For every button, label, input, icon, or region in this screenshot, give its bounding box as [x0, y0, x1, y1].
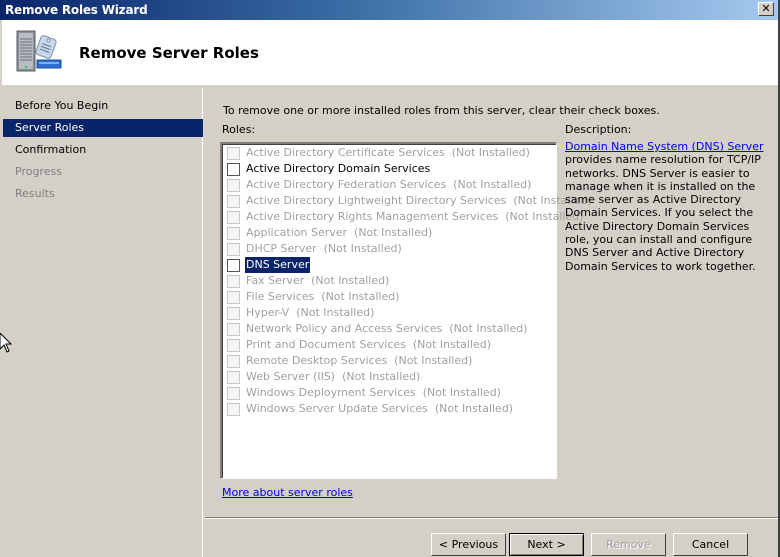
sidebar-item-results: Results — [15, 187, 55, 200]
role-checkbox — [227, 371, 240, 384]
roles-list[interactable]: Active Directory Certificate Services (N… — [220, 142, 592, 479]
title-bar[interactable]: Remove Roles Wizard ✕ — [0, 0, 778, 20]
dns-server-help-link[interactable]: Domain Name System (DNS) Server — [565, 140, 763, 153]
instruction-text: To remove one or more installed roles fr… — [223, 104, 660, 117]
role-checkbox — [227, 403, 240, 416]
close-button[interactable]: ✕ — [758, 2, 774, 16]
role-label: Hyper-V (Not Installed) — [246, 306, 375, 319]
role-label: Active Directory Certificate Services (N… — [246, 146, 530, 159]
page-title: Remove Server Roles — [79, 44, 259, 62]
wizard-steps-sidebar: Before You Begin Server Roles Confirmati… — [2, 88, 203, 557]
description-text: Domain Name System (DNS) Server provides… — [565, 140, 765, 273]
role-label: Application Server (Not Installed) — [246, 226, 433, 239]
roles-label: Roles: — [222, 123, 256, 136]
description-body: provides name resolution for TCP/IP netw… — [565, 153, 761, 273]
sidebar-item-progress: Progress — [15, 165, 62, 178]
role-checkbox — [227, 323, 240, 336]
role-label: File Services (Not Installed) — [246, 290, 400, 303]
role-label: Network Policy and Access Services (Not … — [246, 322, 528, 335]
role-label: Print and Document Services (Not Install… — [246, 338, 492, 351]
button-separator — [205, 517, 778, 519]
window-title: Remove Roles Wizard — [5, 3, 148, 17]
more-about-server-roles-link[interactable]: More about server roles — [222, 486, 353, 499]
cancel-button[interactable]: Cancel — [673, 533, 748, 556]
role-label: DHCP Server (Not Installed) — [246, 242, 402, 255]
role-checkbox — [227, 307, 240, 320]
role-label: Remote Desktop Services (Not Installed) — [246, 354, 473, 367]
role-label: Active Directory Rights Management Servi… — [246, 210, 584, 223]
server-roles-icon — [16, 30, 62, 72]
role-checkbox — [227, 195, 240, 208]
role-label: DNS Server — [243, 256, 312, 274]
role-checkbox — [227, 387, 240, 400]
remove-roles-wizard-window: Remove Roles Wizard ✕ Remove Server Role… — [0, 0, 780, 557]
role-checkbox — [227, 339, 240, 352]
role-label: Windows Server Update Services (Not Inst… — [246, 402, 514, 415]
mouse-cursor-icon — [0, 333, 13, 353]
role-label: Active Directory Lightweight Directory S… — [246, 194, 592, 207]
remove-button: Remove — [591, 533, 666, 556]
next-button[interactable]: Next > — [509, 533, 584, 556]
role-checkbox — [227, 227, 240, 240]
role-checkbox — [227, 355, 240, 368]
close-icon: ✕ — [761, 2, 771, 15]
role-label: Active Directory Federation Services (No… — [246, 178, 532, 191]
role-checkbox — [227, 147, 240, 160]
sidebar-item-server-roles[interactable]: Server Roles — [3, 119, 203, 137]
sidebar-item-before-you-begin[interactable]: Before You Begin — [3, 97, 203, 115]
wizard-content: To remove one or more installed roles fr… — [205, 88, 778, 557]
role-label: Windows Deployment Services (Not Install… — [246, 386, 501, 399]
sidebar-item-confirmation[interactable]: Confirmation — [3, 141, 203, 159]
role-label: Fax Server (Not Installed) — [246, 274, 390, 287]
role-checkbox — [227, 275, 240, 288]
wizard-header: Remove Server Roles — [2, 20, 778, 85]
role-checkbox[interactable] — [227, 163, 240, 176]
role-checkbox[interactable] — [227, 259, 240, 272]
description-label: Description: — [565, 123, 632, 136]
role-checkbox — [227, 243, 240, 256]
previous-button[interactable]: < Previous — [431, 533, 506, 556]
role-checkbox — [227, 179, 240, 192]
role-checkbox — [227, 211, 240, 224]
role-checkbox — [227, 291, 240, 304]
role-label: Web Server (IIS) (Not Installed) — [246, 370, 421, 383]
role-label: Active Directory Domain Services — [246, 162, 431, 175]
